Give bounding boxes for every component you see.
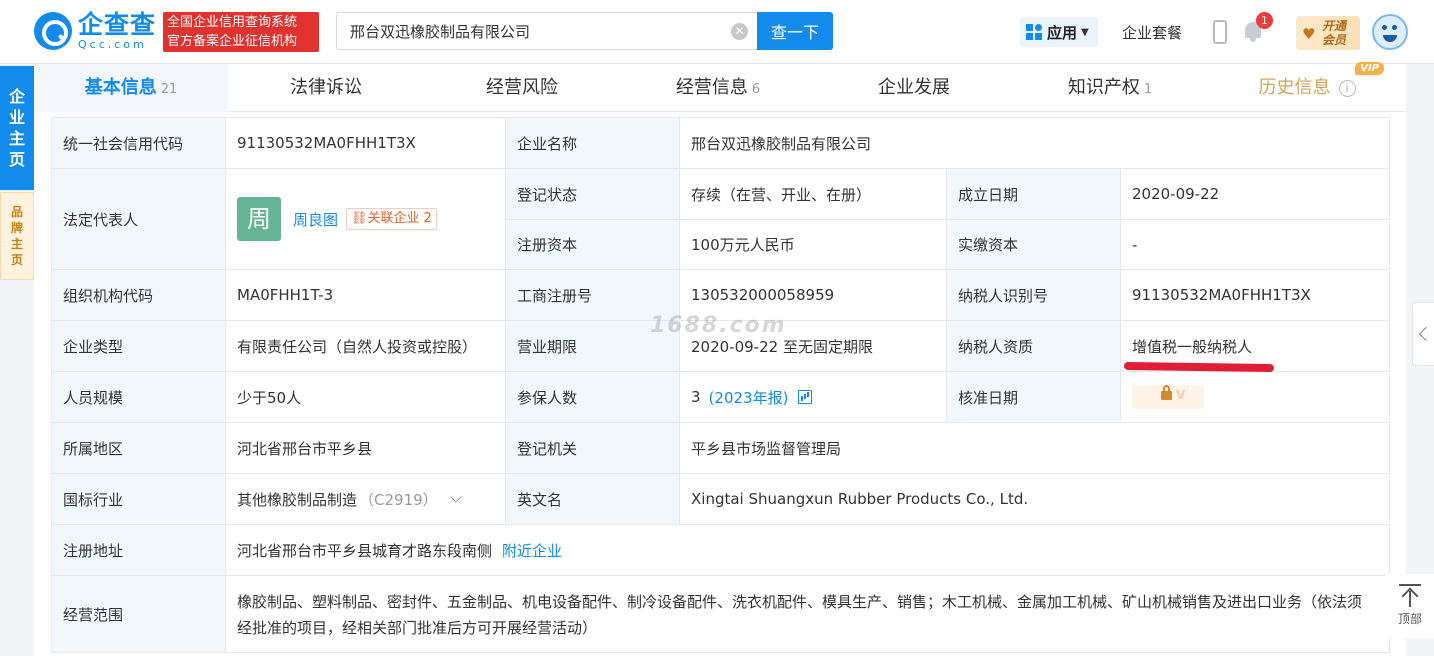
label-insured: 参保人数 [505,371,679,422]
back-to-top-button[interactable]: 顶部 [1386,574,1434,638]
label-address: 注册地址 [51,524,225,575]
value-address: 河北省邢台市平乡县城育才路东段南侧 附近企业 [225,524,1390,575]
label-credit-code: 统一社会信用代码 [51,117,225,168]
label-english-name: 英文名 [505,473,679,524]
tab-business-risk[interactable]: 经营风险 [424,64,620,112]
legal-rep-avatar[interactable]: 周 [237,197,281,241]
label-status: 登记状态 [505,168,679,219]
tab-history-info[interactable]: VIP 历史信息 i [1208,62,1406,112]
industry-code: （C2919） [359,490,438,509]
watermark-text: 1688.com [650,313,787,338]
search-input[interactable] [337,13,757,49]
value-paid-capital: - [1120,219,1390,269]
value-reg-authority: 平乡县市场监督管理局 [679,422,1390,473]
magnifier-logo-icon [34,12,72,50]
related-companies-chip[interactable]: ⛓ 关联企业 2 [346,208,437,230]
slogan-line-1: 全国企业信用查询系统 [167,15,298,30]
apps-menu-button[interactable]: 应用 ▼ [1020,17,1098,47]
apps-label: 应用 [1047,23,1078,42]
value-business-scope: 橡胶制品、塑料制品、密封件、五金制品、机电设备配件、制冷设备配件、洗衣机配件、模… [225,575,1390,653]
basic-info-table: 统一社会信用代码 91130532MA0FHH1T3X 企业名称 邢台双迅橡胶制… [51,117,1390,653]
label-staff-size: 人员规模 [51,371,225,422]
tab-business-info[interactable]: 经营信息 6 [620,64,816,112]
user-avatar-icon[interactable] [1372,14,1408,50]
label-founded: 成立日期 [946,168,1120,219]
qcc-logo[interactable]: 企查查 Qcc.com [34,12,156,50]
notification-badge: 1 [1256,12,1273,29]
label-reg-capital: 注册资本 [505,219,679,269]
vip-open-button[interactable]: ♥ 开通会员 [1296,16,1360,50]
search-button[interactable]: 查一下 [757,12,833,50]
company-info-panel: 基本信息 21 法律诉讼 经营风险 经营信息 6 企业发展 知识产权 1 VIP 历史… [34,62,1406,656]
chevron-down-icon[interactable] [450,491,462,503]
chart-icon[interactable] [798,390,813,404]
arrow-up-icon [1399,584,1421,607]
tab-basic-info[interactable]: 基本信息 21 [34,64,228,112]
info-icon[interactable]: i [1338,79,1356,97]
logo-text-cn: 企查查 [78,10,157,39]
label-taxpayer-id: 纳税人识别号 [946,269,1120,320]
side-tab-brand-home[interactable]: 品 牌 主 页 [0,192,34,280]
business-scope-text: 橡胶制品、塑料制品、密封件、五金制品、机电设备配件、制冷设备配件、洗衣机配件、模… [237,592,1363,637]
annual-report-link[interactable]: (2023年报) [709,387,789,408]
label-industry: 国标行业 [51,473,225,524]
mobile-phone-icon[interactable] [1213,20,1227,44]
vip-mark-icon: V [1176,388,1186,402]
vip-label: 开通会员 [1322,19,1347,47]
value-company-type: 有限责任公司（自然人投资或控股） [225,320,505,371]
slogan-line-2: 官方备案企业征信机构 [167,34,298,49]
value-insured: 3 (2023年报) [679,371,946,422]
label-approval-date: 核准日期 [946,371,1120,422]
slogan-badge: 全国企业信用查询系统 官方备案企业征信机构 [163,12,319,52]
enterprise-package-link[interactable]: 企业套餐 [1122,22,1182,43]
vip-tag: VIP [1355,62,1384,75]
section-tabs: 基本信息 21 法律诉讼 经营风险 经营信息 6 企业发展 知识产权 1 VIP 历史… [34,62,1406,112]
value-status: 存续（在营、开业、在册） [679,168,946,219]
value-reg-capital: 100万元人民币 [679,219,946,269]
label-legal-rep: 法定代表人 [51,168,225,269]
label-paid-capital: 实缴资本 [946,219,1120,269]
value-taxpayer-id: 91130532MA0FHH1T3X [1120,269,1390,320]
value-approval-date: V [1120,371,1390,422]
label-company-type: 企业类型 [51,320,225,371]
vip-locked-chip[interactable]: V [1132,385,1204,409]
value-staff-size: 少于50人 [225,371,505,422]
value-english-name: Xingtai Shuangxun Rubber Products Co., L… [679,473,1390,524]
value-industry[interactable]: 其他橡胶制品制造 （C2919） [225,473,505,524]
search-box: ✕ 查一下 [336,12,833,50]
tab-development[interactable]: 企业发展 [816,64,1012,112]
legal-rep-name-link[interactable]: 周良图 [293,209,338,230]
value-org-code: MA0FHH1T-3 [225,269,505,320]
value-region: 河北省邢台市平乡县 [225,422,505,473]
nearby-companies-link[interactable]: 附近企业 [502,540,562,561]
caret-down-icon: ▼ [1081,26,1089,38]
top-header: 企查查 Qcc.com 全国企业信用查询系统 官方备案企业征信机构 ✕ 查一下 … [0,0,1434,64]
logo-text-en: Qcc.com [78,38,147,51]
label-org-code: 组织机构代码 [51,269,225,320]
value-company-name: 邢台双迅橡胶制品有限公司 [679,117,1390,168]
label-region: 所属地区 [51,422,225,473]
collapse-arrow-button[interactable] [1412,302,1434,366]
crown-icon: ♥ [1302,25,1316,43]
label-company-name: 企业名称 [505,117,679,168]
related-icon: ⛓ [351,211,368,226]
label-taxpayer-qual: 纳税人资质 [946,320,1120,371]
clear-icon[interactable]: ✕ [731,23,748,40]
value-legal-rep: 周 周良图 ⛓ 关联企业 2 [225,168,505,269]
tab-intellectual-property[interactable]: 知识产权 1 [1012,64,1208,112]
value-founded: 2020-09-22 [1120,168,1390,219]
label-business-scope: 经营范围 [51,575,225,653]
tab-legal-litigation[interactable]: 法律诉讼 [228,64,424,112]
value-credit-code: 91130532MA0FHH1T3X [225,117,505,168]
insured-count: 3 [691,388,701,406]
label-reg-authority: 登记机关 [505,422,679,473]
lock-icon [1161,385,1172,400]
grid-apps-icon [1026,24,1042,40]
side-tab-company-home[interactable]: 企 业 主 页 [0,66,34,190]
